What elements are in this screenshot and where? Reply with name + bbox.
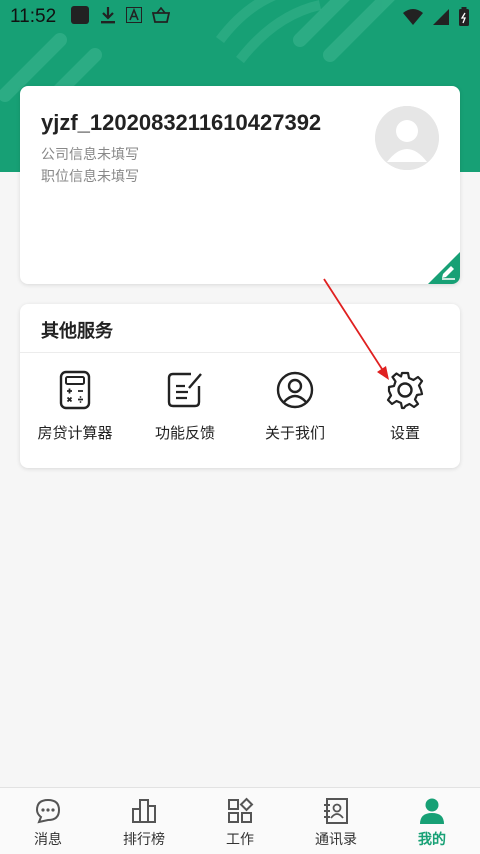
services-title: 其他服务	[41, 321, 113, 342]
tab-label: 我的	[418, 832, 446, 848]
tab-work[interactable]: 工作	[192, 788, 288, 854]
edit-icon	[428, 252, 460, 284]
ranking-icon	[132, 799, 156, 823]
bottom-tab-bar: 消息 排行榜 工作 通讯录 我的	[0, 787, 480, 854]
status-time: 11:52	[10, 6, 57, 27]
tab-label: 排行榜	[123, 832, 165, 848]
battery-icon	[458, 7, 470, 32]
profile-username: yjzf_1202083211610427392	[41, 110, 322, 135]
service-label: 功能反馈	[154, 424, 215, 442]
tab-mine[interactable]: 我的	[384, 788, 480, 854]
avatar[interactable]	[375, 106, 439, 170]
wifi-icon	[402, 8, 424, 31]
download-icon	[100, 6, 116, 29]
avatar-placeholder-icon	[375, 106, 439, 170]
signal-icon	[432, 8, 450, 31]
services-card: 其他服务 房贷计算器 功能反馈 关于我们 设置	[20, 304, 460, 468]
service-mortgage-calculator[interactable]: 房贷计算器	[20, 370, 130, 450]
person-icon	[420, 798, 444, 824]
tab-label: 工作	[226, 832, 254, 848]
service-label: 设置	[389, 424, 420, 442]
profile-position: 职位信息未填写	[41, 169, 139, 185]
basket-icon	[152, 6, 171, 28]
feedback-icon	[167, 372, 202, 408]
gear-icon	[386, 371, 424, 410]
divider	[20, 352, 460, 353]
service-settings[interactable]: 设置	[350, 370, 460, 450]
service-label: 关于我们	[264, 424, 325, 442]
tab-messages[interactable]: 消息	[0, 788, 96, 854]
tab-ranking[interactable]: 排行榜	[96, 788, 192, 854]
profile-card[interactable]: yjzf_1202083211610427392 公司信息未填写 职位信息未填写	[20, 86, 460, 284]
grid-apps-icon	[228, 797, 254, 823]
tab-label: 通讯录	[315, 832, 357, 848]
tab-label: 消息	[34, 832, 62, 848]
contacts-icon	[324, 798, 348, 824]
calculator-icon	[59, 370, 91, 410]
service-label: 房贷计算器	[37, 424, 113, 442]
status-bar: 11:52	[0, 0, 480, 34]
service-feedback[interactable]: 功能反馈	[130, 370, 240, 450]
tab-contacts[interactable]: 通讯录	[288, 788, 384, 854]
notification-app-icon	[70, 5, 90, 30]
edit-profile-button[interactable]	[428, 252, 460, 284]
font-a-icon	[126, 6, 143, 28]
profile-company: 公司信息未填写	[41, 147, 139, 163]
service-about-us[interactable]: 关于我们	[240, 370, 350, 450]
about-us-icon	[276, 371, 314, 409]
chat-bubble-icon	[35, 798, 61, 824]
